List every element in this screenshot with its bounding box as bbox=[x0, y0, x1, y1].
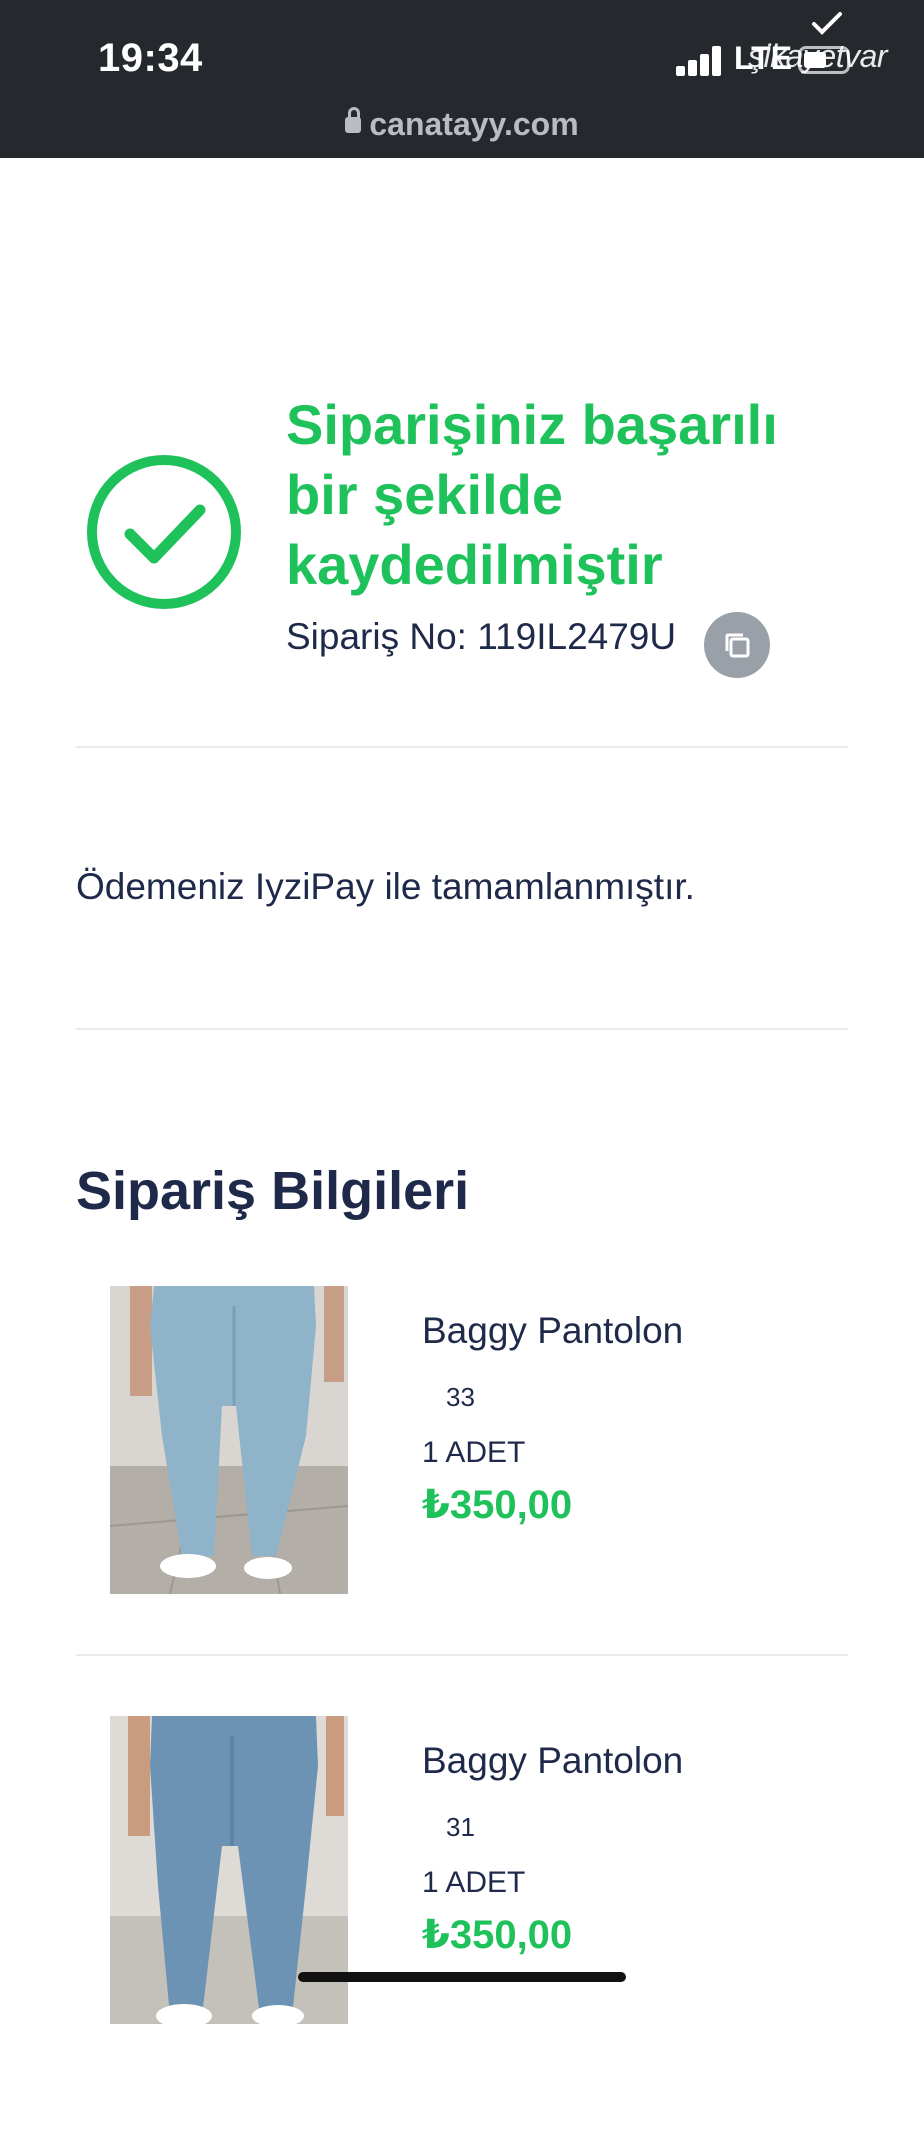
divider bbox=[76, 746, 848, 748]
success-check-icon bbox=[87, 455, 241, 609]
home-indicator[interactable] bbox=[298, 1972, 626, 1982]
watermark-text: şikayetvar bbox=[748, 38, 888, 74]
copy-order-number-button[interactable] bbox=[704, 612, 770, 678]
divider bbox=[76, 1654, 848, 1656]
url-domain: canatayy.com bbox=[369, 106, 579, 142]
product-size: 31 bbox=[446, 1812, 475, 1842]
watermark-check-icon bbox=[812, 12, 842, 35]
product-image[interactable] bbox=[110, 1286, 348, 1594]
copy-icon bbox=[725, 633, 750, 658]
product-quantity: 1 ADET bbox=[422, 1866, 526, 1899]
payment-message: Ödemeniz IyziPay ile tamamlanmıştır. bbox=[76, 866, 695, 907]
order-info-title: Sipariş Bilgileri bbox=[76, 1161, 470, 1221]
lock-icon bbox=[345, 107, 362, 133]
order-item: Baggy Pantolon 31 1 ADET ₺350,00 bbox=[0, 1716, 924, 2136]
product-price: ₺350,00 bbox=[422, 1913, 573, 1957]
status-time: 19:34 bbox=[98, 36, 203, 80]
order-item: Baggy Pantolon 33 1 ADET ₺350,00 bbox=[0, 1286, 924, 1706]
success-title: Siparişiniz başarılı bir şekilde kaydedi… bbox=[286, 393, 778, 596]
order-number-label: Sipariş No: bbox=[286, 616, 467, 657]
signal-icon bbox=[676, 46, 722, 76]
browser-top-bar: 19:34 LTE şikayetvar canatayy.com bbox=[0, 0, 924, 158]
product-size: 33 bbox=[446, 1382, 475, 1412]
product-quantity: 1 ADET bbox=[422, 1436, 526, 1469]
address-bar[interactable]: canatayy.com bbox=[0, 106, 924, 143]
product-name: Baggy Pantolon bbox=[422, 1740, 684, 1781]
product-name: Baggy Pantolon bbox=[422, 1310, 684, 1351]
divider bbox=[76, 1028, 848, 1030]
product-price: ₺350,00 bbox=[422, 1483, 573, 1527]
order-number: Sipariş No: 119IL2479U bbox=[286, 616, 676, 658]
order-number-value: 119IL2479U bbox=[477, 616, 677, 657]
